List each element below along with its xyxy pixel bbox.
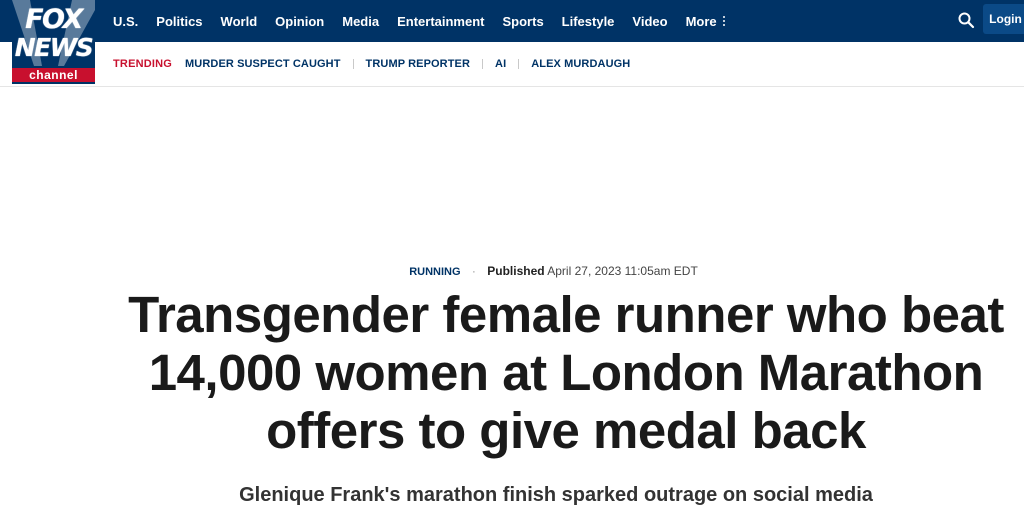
nav-link-lifestyle[interactable]: Lifestyle <box>562 14 615 29</box>
article-subheadline: Glenique Frank's marathon finish sparked… <box>239 484 873 506</box>
article-category-link[interactable]: RUNNING <box>409 266 460 278</box>
kebab-icon <box>722 16 725 26</box>
nav-link-sports[interactable]: Sports <box>503 14 544 29</box>
nav-link-entertainment[interactable]: Entertainment <box>397 14 484 29</box>
login-button[interactable]: Login <box>983 4 1024 34</box>
logo-news-text: NEWS <box>14 33 94 62</box>
meta-separator: · <box>471 264 476 278</box>
trending-divider <box>518 59 520 69</box>
logo-fox-text: FOX <box>25 4 83 35</box>
nav-more-label: More <box>685 13 717 29</box>
trending-item-ai[interactable]: AI <box>495 58 506 70</box>
published-label: Published <box>487 264 545 278</box>
trending-item-alex-murdaugh[interactable]: ALEX MURDAUGH <box>531 58 630 70</box>
top-nav: U.S. Politics World Opinion Media Entert… <box>0 0 1024 42</box>
trending-label: TRENDING <box>113 58 173 70</box>
trending-divider <box>352 59 354 69</box>
nav-link-politics[interactable]: Politics <box>156 14 202 29</box>
logo-channel-text: channel <box>12 68 95 82</box>
nav-link-us[interactable]: U.S. <box>113 14 138 29</box>
article-meta: RUNNING · Published April 27, 2023 11:05… <box>0 264 1024 278</box>
nav-link-opinion[interactable]: Opinion <box>275 14 324 29</box>
trending-item-murder-suspect[interactable]: MURDER SUSPECT CAUGHT <box>185 58 341 70</box>
search-icon[interactable] <box>957 11 975 29</box>
trending-bar: TRENDING MURDER SUSPECT CAUGHT TRUMP REP… <box>0 42 1024 87</box>
fox-news-logo[interactable]: FOX NEWS channel <box>12 0 95 84</box>
nav-more-button[interactable]: More <box>686 14 725 29</box>
nav-links: U.S. Politics World Opinion Media Entert… <box>113 0 743 42</box>
nav-link-media[interactable]: Media <box>342 14 379 29</box>
article-headline: Transgender female runner who beat 14,00… <box>128 286 1004 459</box>
trending-item-trump-reporter[interactable]: TRUMP REPORTER <box>366 58 470 70</box>
published-date: April 27, 2023 11:05am EDT <box>547 264 698 278</box>
trending-divider <box>482 59 484 69</box>
nav-link-world[interactable]: World <box>221 14 258 29</box>
trending-list: TRENDING MURDER SUSPECT CAUGHT TRUMP REP… <box>113 42 630 86</box>
nav-link-video[interactable]: Video <box>632 14 667 29</box>
